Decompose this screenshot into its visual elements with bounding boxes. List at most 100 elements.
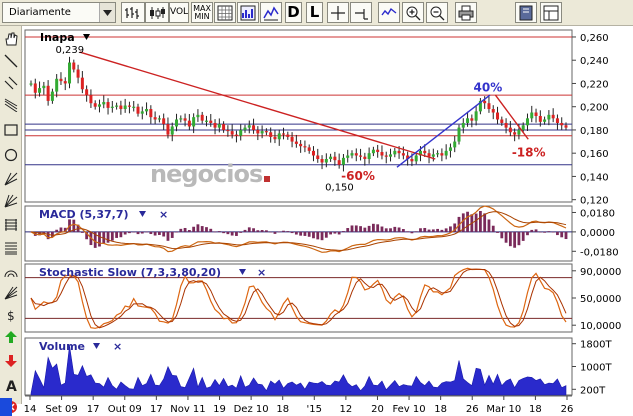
candle-body bbox=[538, 116, 542, 122]
candle-body bbox=[290, 136, 294, 142]
candle-body bbox=[410, 159, 414, 162]
macd-axis-tick-label: -0,0180 bbox=[580, 247, 619, 258]
candle-body bbox=[85, 89, 89, 96]
candle-body bbox=[38, 88, 42, 93]
candle-body bbox=[102, 102, 106, 105]
macd-histogram-bar bbox=[153, 231, 157, 236]
x-axis-tick-label: 12 bbox=[340, 404, 353, 415]
price-axis-tick-label: 0,140 bbox=[580, 172, 609, 183]
macd-histogram-bar bbox=[217, 231, 221, 232]
macd-histogram-bar bbox=[556, 231, 559, 236]
price-axis-tick-label: 0,220 bbox=[580, 79, 609, 90]
macd-histogram-bar bbox=[517, 231, 521, 246]
macd-histogram-bar bbox=[196, 224, 200, 232]
candle-body bbox=[183, 118, 187, 121]
macd-histogram-bar bbox=[277, 231, 281, 233]
scrollbar-thumb[interactable] bbox=[0, 398, 12, 416]
x-axis-tick-label: 14 bbox=[24, 404, 37, 415]
candle-body bbox=[239, 129, 243, 136]
macd-histogram-bar bbox=[324, 231, 328, 238]
candle-body bbox=[384, 155, 388, 157]
candle-body bbox=[252, 125, 256, 130]
macd-histogram-bar bbox=[158, 231, 161, 235]
candle-body bbox=[393, 150, 397, 155]
macd-histogram-bar bbox=[337, 231, 341, 235]
x-axis-tick-label: 18 bbox=[529, 404, 542, 415]
macd-histogram-bar bbox=[414, 231, 418, 232]
x-axis-tick-label: Out 09 bbox=[108, 404, 142, 415]
macd-histogram-bar bbox=[273, 231, 277, 234]
macd-histogram-bar bbox=[243, 229, 247, 232]
candle-body bbox=[294, 141, 298, 144]
macd-histogram-bar bbox=[363, 227, 367, 232]
macd-histogram-bar bbox=[329, 231, 332, 235]
candle-body bbox=[55, 78, 59, 92]
macd-histogram-bar bbox=[286, 231, 290, 232]
candle-body bbox=[483, 100, 487, 104]
candle-body bbox=[136, 106, 140, 114]
candle-body bbox=[299, 143, 303, 147]
macd-histogram-bar bbox=[115, 231, 118, 238]
macd-close-icon: × bbox=[159, 208, 168, 221]
macd-histogram-bar bbox=[235, 231, 238, 236]
candle-body bbox=[521, 125, 525, 130]
candle-body bbox=[311, 150, 315, 156]
macd-histogram-bar bbox=[521, 231, 525, 241]
macd-histogram-bar bbox=[431, 229, 435, 232]
macd-histogram-bar bbox=[299, 231, 303, 236]
macd-histogram-bar bbox=[346, 228, 350, 232]
candle-body bbox=[367, 153, 371, 159]
macd-histogram-bar bbox=[359, 226, 362, 232]
candle-body bbox=[530, 112, 534, 119]
candle-body bbox=[470, 118, 474, 121]
candle-body bbox=[226, 129, 230, 132]
x-axis-tick-label: Mar 10 bbox=[486, 404, 521, 415]
macd-histogram-bar bbox=[316, 231, 320, 240]
macd-histogram-bar bbox=[487, 219, 491, 232]
stoch-title: Stochastic Slow (7,3,3,80,20) bbox=[39, 266, 221, 279]
candle-body bbox=[543, 119, 547, 122]
candle-body bbox=[166, 124, 170, 135]
macd-histogram-bar bbox=[513, 231, 517, 248]
candle-body bbox=[466, 118, 470, 123]
macd-histogram-bar bbox=[491, 225, 495, 232]
candle-body bbox=[106, 102, 110, 108]
candle-body bbox=[431, 154, 435, 157]
volume-axis-tick-label: 1000T bbox=[580, 363, 612, 374]
candle-body bbox=[333, 156, 337, 161]
volume-title: Volume bbox=[39, 340, 85, 353]
candle-body bbox=[46, 85, 50, 101]
volume-axis-tick-label: 1800T bbox=[580, 340, 612, 351]
candle-body bbox=[209, 120, 213, 123]
candle-body bbox=[534, 112, 538, 116]
candle-body bbox=[187, 120, 191, 127]
candle-body bbox=[397, 150, 401, 154]
macd-histogram-bar bbox=[192, 226, 196, 232]
candle-body bbox=[200, 114, 204, 121]
macd-histogram-bar bbox=[166, 231, 170, 241]
macd-histogram-bar bbox=[342, 231, 345, 232]
macd-histogram-bar bbox=[440, 229, 444, 232]
candle-body bbox=[140, 111, 144, 114]
stoch-axis-tick-label: 50,0000 bbox=[580, 294, 621, 305]
macd-histogram-bar bbox=[401, 229, 405, 232]
macd-histogram-bar bbox=[200, 226, 204, 232]
macd-histogram-bar bbox=[560, 231, 564, 238]
x-axis-tick-label: 18 bbox=[276, 404, 289, 415]
x-axis-tick-label: '15 bbox=[307, 404, 322, 415]
macd-histogram-bar bbox=[222, 231, 225, 234]
macd-histogram-bar bbox=[466, 211, 469, 232]
candle-body bbox=[560, 122, 564, 126]
candle-body bbox=[329, 156, 333, 159]
macd-histogram-bar bbox=[397, 227, 401, 232]
macd-histogram-bar bbox=[372, 223, 375, 232]
candle-body bbox=[157, 118, 161, 120]
pct-down-label: -60% bbox=[341, 169, 375, 183]
candle-body bbox=[555, 118, 559, 123]
candle-body bbox=[132, 106, 136, 108]
macd-histogram-bar bbox=[307, 231, 311, 237]
candle-body bbox=[196, 114, 200, 118]
candle-body bbox=[324, 159, 328, 163]
macd-histogram-bar bbox=[136, 231, 140, 235]
candle-body bbox=[380, 152, 384, 156]
